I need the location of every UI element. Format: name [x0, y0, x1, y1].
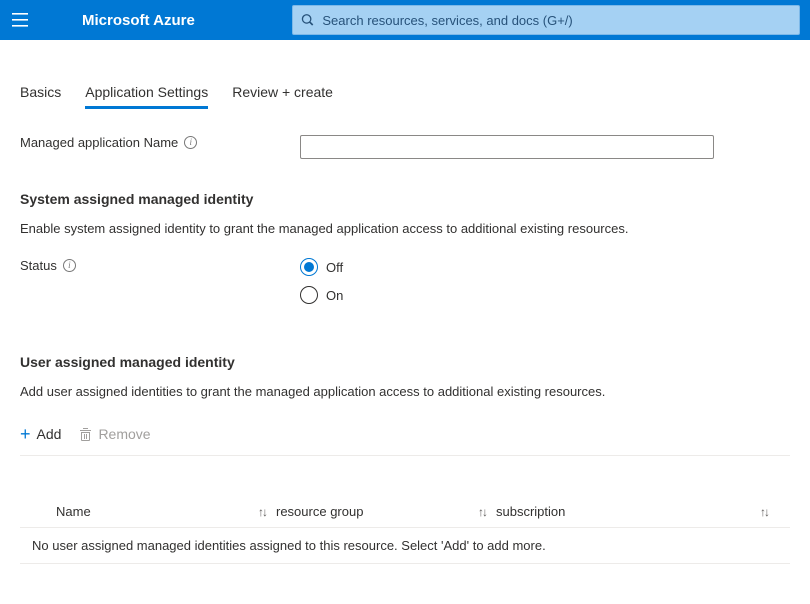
radio-icon: [300, 258, 318, 276]
table-header: Name ↑↓ resource group ↑↓ subscription ↑…: [20, 496, 790, 528]
search-input[interactable]: [322, 13, 791, 28]
system-identity-heading: System assigned managed identity: [20, 191, 790, 207]
global-search[interactable]: [292, 5, 800, 35]
hamburger-icon: [12, 13, 28, 27]
plus-icon: +: [20, 425, 31, 443]
status-label: Status: [20, 258, 57, 273]
search-icon: [301, 13, 314, 27]
status-off-radio[interactable]: Off: [300, 258, 790, 276]
add-label: Add: [37, 426, 62, 442]
page-content: Basics Application Settings Review + cre…: [0, 78, 810, 604]
info-icon[interactable]: i: [184, 136, 197, 149]
tab-basics[interactable]: Basics: [20, 78, 61, 109]
top-bar: Microsoft Azure: [0, 0, 810, 40]
tab-review-create[interactable]: Review + create: [232, 78, 333, 109]
col-name-header[interactable]: Name ↑↓: [56, 504, 276, 519]
status-radio-group: Off On: [300, 258, 790, 304]
user-identity-desc: Add user assigned identities to grant th…: [20, 384, 790, 399]
remove-label: Remove: [98, 426, 150, 442]
status-on-radio[interactable]: On: [300, 286, 790, 304]
app-name-row: Managed application Name i: [20, 135, 790, 159]
info-icon[interactable]: i: [63, 259, 76, 272]
sort-icon: ↑↓: [478, 505, 486, 519]
col-sub-label: subscription: [496, 504, 565, 519]
add-identity-button[interactable]: + Add: [20, 425, 61, 443]
user-identity-heading: User assigned managed identity: [20, 354, 790, 370]
status-off-label: Off: [326, 260, 343, 275]
brand-title: Microsoft Azure: [82, 12, 195, 29]
identity-table: Name ↑↓ resource group ↑↓ subscription ↑…: [20, 496, 790, 564]
app-name-label: Managed application Name: [20, 135, 178, 150]
tabs: Basics Application Settings Review + cre…: [20, 78, 790, 109]
col-rg-label: resource group: [276, 504, 363, 519]
col-subscription-header[interactable]: subscription ↑↓: [496, 504, 778, 519]
system-identity-desc: Enable system assigned identity to grant…: [20, 221, 790, 236]
sort-icon: ↑↓: [760, 505, 768, 519]
col-resource-group-header[interactable]: resource group ↑↓: [276, 504, 496, 519]
trash-icon: [79, 427, 92, 441]
status-row: Status i Off On: [20, 258, 790, 304]
hamburger-menu-button[interactable]: [6, 6, 34, 34]
sort-icon: ↑↓: [258, 505, 266, 519]
app-name-input[interactable]: [300, 135, 714, 159]
tab-application-settings[interactable]: Application Settings: [85, 78, 208, 109]
remove-identity-button: Remove: [79, 426, 150, 442]
identity-command-bar: + Add Remove: [20, 425, 790, 456]
radio-icon: [300, 286, 318, 304]
status-on-label: On: [326, 288, 343, 303]
col-name-label: Name: [56, 504, 91, 519]
